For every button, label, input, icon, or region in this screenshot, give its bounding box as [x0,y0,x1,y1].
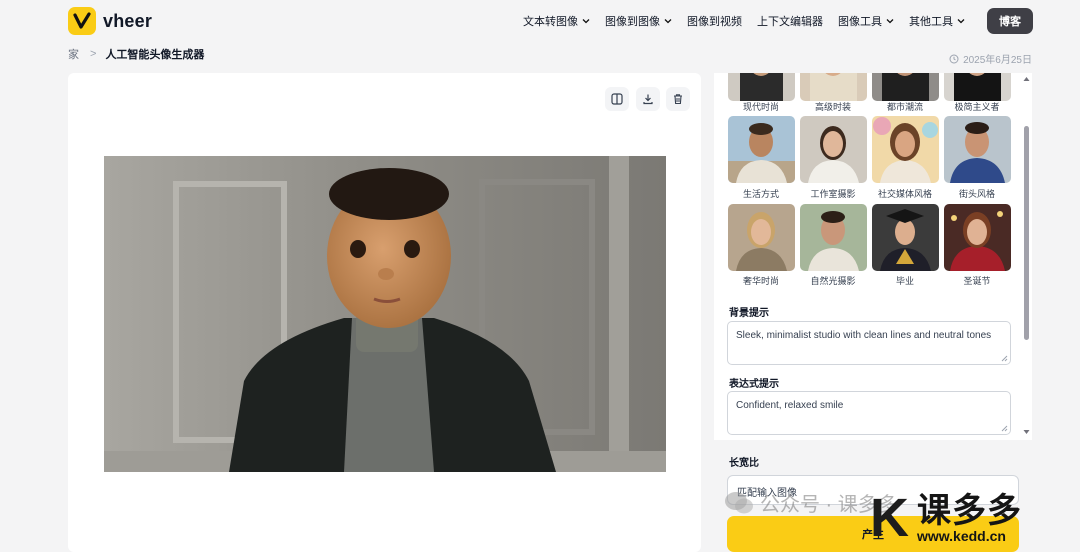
delete-button[interactable] [666,87,690,111]
expression-prompt-label: 表达式提示 [729,379,779,390]
style-thumb-luxury-fashion[interactable] [728,204,795,271]
nav-context-editor[interactable]: 上下文编辑器 [757,13,823,29]
compare-button[interactable] [605,87,629,111]
brand-watermark: K 课多多 www.kedd.cn [870,491,1022,545]
main-nav: 文本转图像 图像到图像 图像到视频 上下文编辑器 图像工具 其他工具 [523,13,980,29]
nav-label: 文本转图像 [523,16,578,28]
breadcrumb-current: 人工智能头像生成器 [105,49,205,61]
breadcrumb-separator: > [90,48,97,60]
nav-label: 上下文编辑器 [757,16,823,28]
logo-text: vheer [103,10,153,31]
brand-url: www.kedd.cn [917,528,1006,544]
style-label: 现代时尚 [742,102,779,112]
logo-icon [68,7,96,35]
nav-label: 图像到视频 [687,16,742,28]
panel-scroll-area[interactable]: 现代时尚 高级时装 都市潮流 极简主义者 生活方式 工作室摄影 社交媒体风格 街… [714,73,1032,438]
style-label: 圣诞节 [963,276,991,286]
style-label: 生活方式 [742,189,779,199]
resize-grip-icon[interactable] [1001,425,1008,432]
generated-headshot-image [104,156,666,472]
style-thumb-minimalist[interactable] [944,73,1011,101]
style-label: 都市潮流 [886,102,923,112]
scroll-up-icon[interactable] [1023,76,1030,82]
style-label: 社交媒体风格 [877,189,932,199]
download-icon [643,94,653,105]
expression-prompt-input[interactable]: Confident, relaxed smile [727,391,1011,435]
style-label: 工作室摄影 [810,189,856,199]
blog-button[interactable]: 博客 [987,8,1033,34]
background-prompt-text: Sleek, minimalist studio with clean line… [736,330,992,341]
style-thumb-natural-light[interactable] [800,204,867,271]
brand-name: 课多多 [917,492,1022,530]
breadcrumb-home[interactable]: 家 [68,46,79,62]
nav-other-tools[interactable]: 其他工具 [909,13,965,29]
nav-image-to-video[interactable]: 图像到视频 [687,13,742,29]
aspect-ratio-label: 长宽比 [729,458,759,469]
nav-image-tools[interactable]: 图像工具 [838,13,894,29]
style-label: 极简主义者 [954,102,1000,112]
style-thumb-street-style[interactable] [944,116,1011,183]
style-label: 街头风格 [958,189,995,199]
scrollbar-thumb[interactable] [1024,126,1029,340]
nav-image-to-image[interactable]: 图像到图像 [605,13,672,29]
style-thumb-graduation[interactable] [872,204,939,271]
clock-icon [949,54,959,63]
chevron-down-icon [582,19,590,24]
style-thumb-haute-couture[interactable] [800,73,867,101]
expression-prompt-text: Confident, relaxed smile [736,400,844,411]
chevron-down-icon [957,19,965,24]
breadcrumb: 家 > 人工智能头像生成器 [68,46,204,62]
brand-text-block: 课多多 www.kedd.cn [917,493,1022,543]
settings-panel: 现代时尚 高级时装 都市潮流 极简主义者 生活方式 工作室摄影 社交媒体风格 街… [714,73,1032,552]
nav-label: 其他工具 [909,16,953,28]
panel-scrollbar[interactable] [1021,73,1032,438]
nav-label: 图像到图像 [605,16,660,28]
scroll-down-icon[interactable] [1023,429,1030,435]
nav-text-to-image[interactable]: 文本转图像 [523,13,590,29]
style-thumb-urban-trend[interactable] [872,73,939,101]
style-thumb-social-media[interactable] [872,116,939,183]
style-label: 高级时装 [814,102,851,112]
background-prompt-label: 背景提示 [729,308,769,319]
logo[interactable]: vheer [68,7,152,35]
brand-logo-letter: K [870,488,909,548]
result-canvas [68,73,701,552]
trash-icon [674,94,682,105]
wechat-icon [725,491,753,513]
style-thumb-modern-fashion[interactable] [728,73,795,101]
resize-grip-icon[interactable] [1001,355,1008,362]
style-thumb-studio-photo[interactable] [800,116,867,183]
date-text: 2025年6月25日 [963,55,1032,66]
style-label: 毕业 [895,276,914,286]
compare-icon [611,93,623,105]
style-thumb-lifestyle[interactable] [728,116,795,183]
top-header: vheer 文本转图像 图像到图像 图像到视频 上下文编辑器 图像工具 其他工具… [0,0,1080,44]
chevron-down-icon [664,19,672,24]
publish-date: 2025年6月25日 [949,51,1032,66]
download-button[interactable] [636,87,660,111]
style-thumb-christmas[interactable] [944,204,1011,271]
style-label: 奢华时尚 [742,276,779,286]
style-label: 自然光摄影 [810,276,856,286]
background-prompt-input[interactable]: Sleek, minimalist studio with clean line… [727,321,1011,365]
chevron-down-icon [886,19,894,24]
nav-label: 图像工具 [838,16,882,28]
